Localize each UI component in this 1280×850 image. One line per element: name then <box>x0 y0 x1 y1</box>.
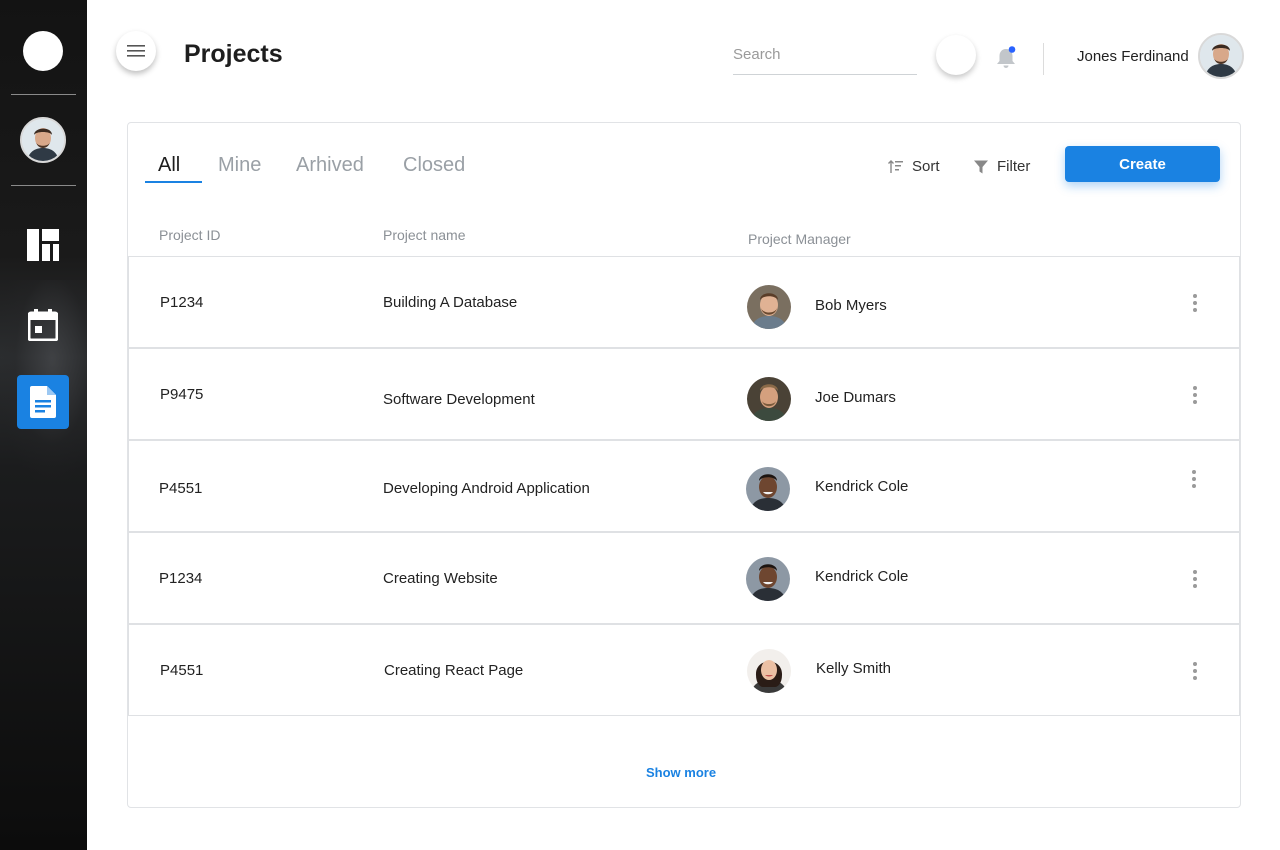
tab-closed[interactable]: Closed <box>403 154 465 177</box>
user-name[interactable]: Jones Ferdinand <box>1077 48 1189 65</box>
create-button[interactable]: Create <box>1065 146 1220 182</box>
filter-label: Filter <box>997 158 1031 175</box>
project-manager-name: Kendrick Cole <box>815 478 909 495</box>
row-menu-button[interactable] <box>1192 570 1198 588</box>
avatar <box>746 467 790 511</box>
project-id: P4551 <box>160 662 204 679</box>
project-name: Creating Website <box>383 570 498 587</box>
row-menu-button[interactable] <box>1192 662 1198 680</box>
sidebar-avatar[interactable] <box>20 117 66 163</box>
avatar <box>747 649 791 693</box>
sidebar-item-dashboard[interactable] <box>17 218 69 272</box>
hamburger-icon <box>127 45 145 57</box>
sidebar <box>0 0 87 850</box>
avatar <box>747 377 791 421</box>
project-name: Developing Android Application <box>383 480 590 497</box>
row-menu-button[interactable] <box>1191 470 1197 488</box>
sort-icon <box>888 159 903 173</box>
column-header-project-manager[interactable]: Project Manager <box>748 231 851 247</box>
row-menu-button[interactable] <box>1192 294 1198 312</box>
sidebar-item-documents[interactable] <box>17 375 69 429</box>
table-row[interactable]: P9475 Software Development Joe Dumars <box>128 348 1240 440</box>
project-manager-name: Bob Myers <box>815 297 887 314</box>
sidebar-divider <box>11 94 76 95</box>
avatar <box>746 557 790 601</box>
search-input[interactable] <box>733 42 917 75</box>
project-manager-name: Joe Dumars <box>815 389 896 406</box>
column-header-project-id[interactable]: Project ID <box>159 227 220 243</box>
tab-all[interactable]: All <box>158 154 180 177</box>
header-divider <box>1043 43 1044 75</box>
project-name: Building A Database <box>383 294 518 311</box>
bell-icon <box>997 46 1016 68</box>
project-manager-name: Kendrick Cole <box>815 568 909 585</box>
action-circle-button[interactable] <box>936 35 976 75</box>
app-logo[interactable] <box>23 31 63 71</box>
sort-label: Sort <box>912 158 940 175</box>
row-menu-button[interactable] <box>1192 386 1198 404</box>
page-title: Projects <box>184 40 283 68</box>
user-avatar[interactable] <box>1198 33 1244 79</box>
project-id: P1234 <box>159 570 203 587</box>
project-manager-name: Kelly Smith <box>816 660 892 677</box>
project-id: P9475 <box>160 386 204 403</box>
project-id: P4551 <box>159 480 203 497</box>
table-row[interactable]: P1234 Building A Database Bob Myers <box>128 256 1240 348</box>
avatar <box>747 285 791 329</box>
column-header-project-name[interactable]: Project name <box>383 227 465 243</box>
active-tab-indicator <box>145 181 202 183</box>
show-more-link[interactable]: Show more <box>646 765 716 780</box>
project-name: Creating React Page <box>384 662 524 679</box>
project-id: P1234 <box>160 294 204 311</box>
sidebar-item-calendar[interactable] <box>17 298 69 352</box>
sort-button[interactable]: Sort <box>888 158 940 175</box>
sidebar-divider <box>11 185 76 186</box>
menu-button[interactable] <box>116 31 156 71</box>
table-row[interactable]: P4551 Developing Android Application Ken… <box>128 440 1240 532</box>
dashboard-icon <box>27 229 59 261</box>
tab-archived[interactable]: Arhived <box>296 154 364 177</box>
filter-icon <box>974 160 988 173</box>
tab-mine[interactable]: Mine <box>218 154 261 177</box>
document-icon <box>30 386 56 418</box>
filter-button[interactable]: Filter <box>974 158 1030 175</box>
notification-button[interactable] <box>995 46 1017 70</box>
calendar-icon <box>28 309 58 341</box>
project-name: Software Development <box>383 391 535 408</box>
table-row[interactable]: P4551 Creating React Page Kelly Smith <box>128 624 1240 716</box>
table-row[interactable]: P1234 Creating Website Kendrick Cole <box>128 532 1240 624</box>
